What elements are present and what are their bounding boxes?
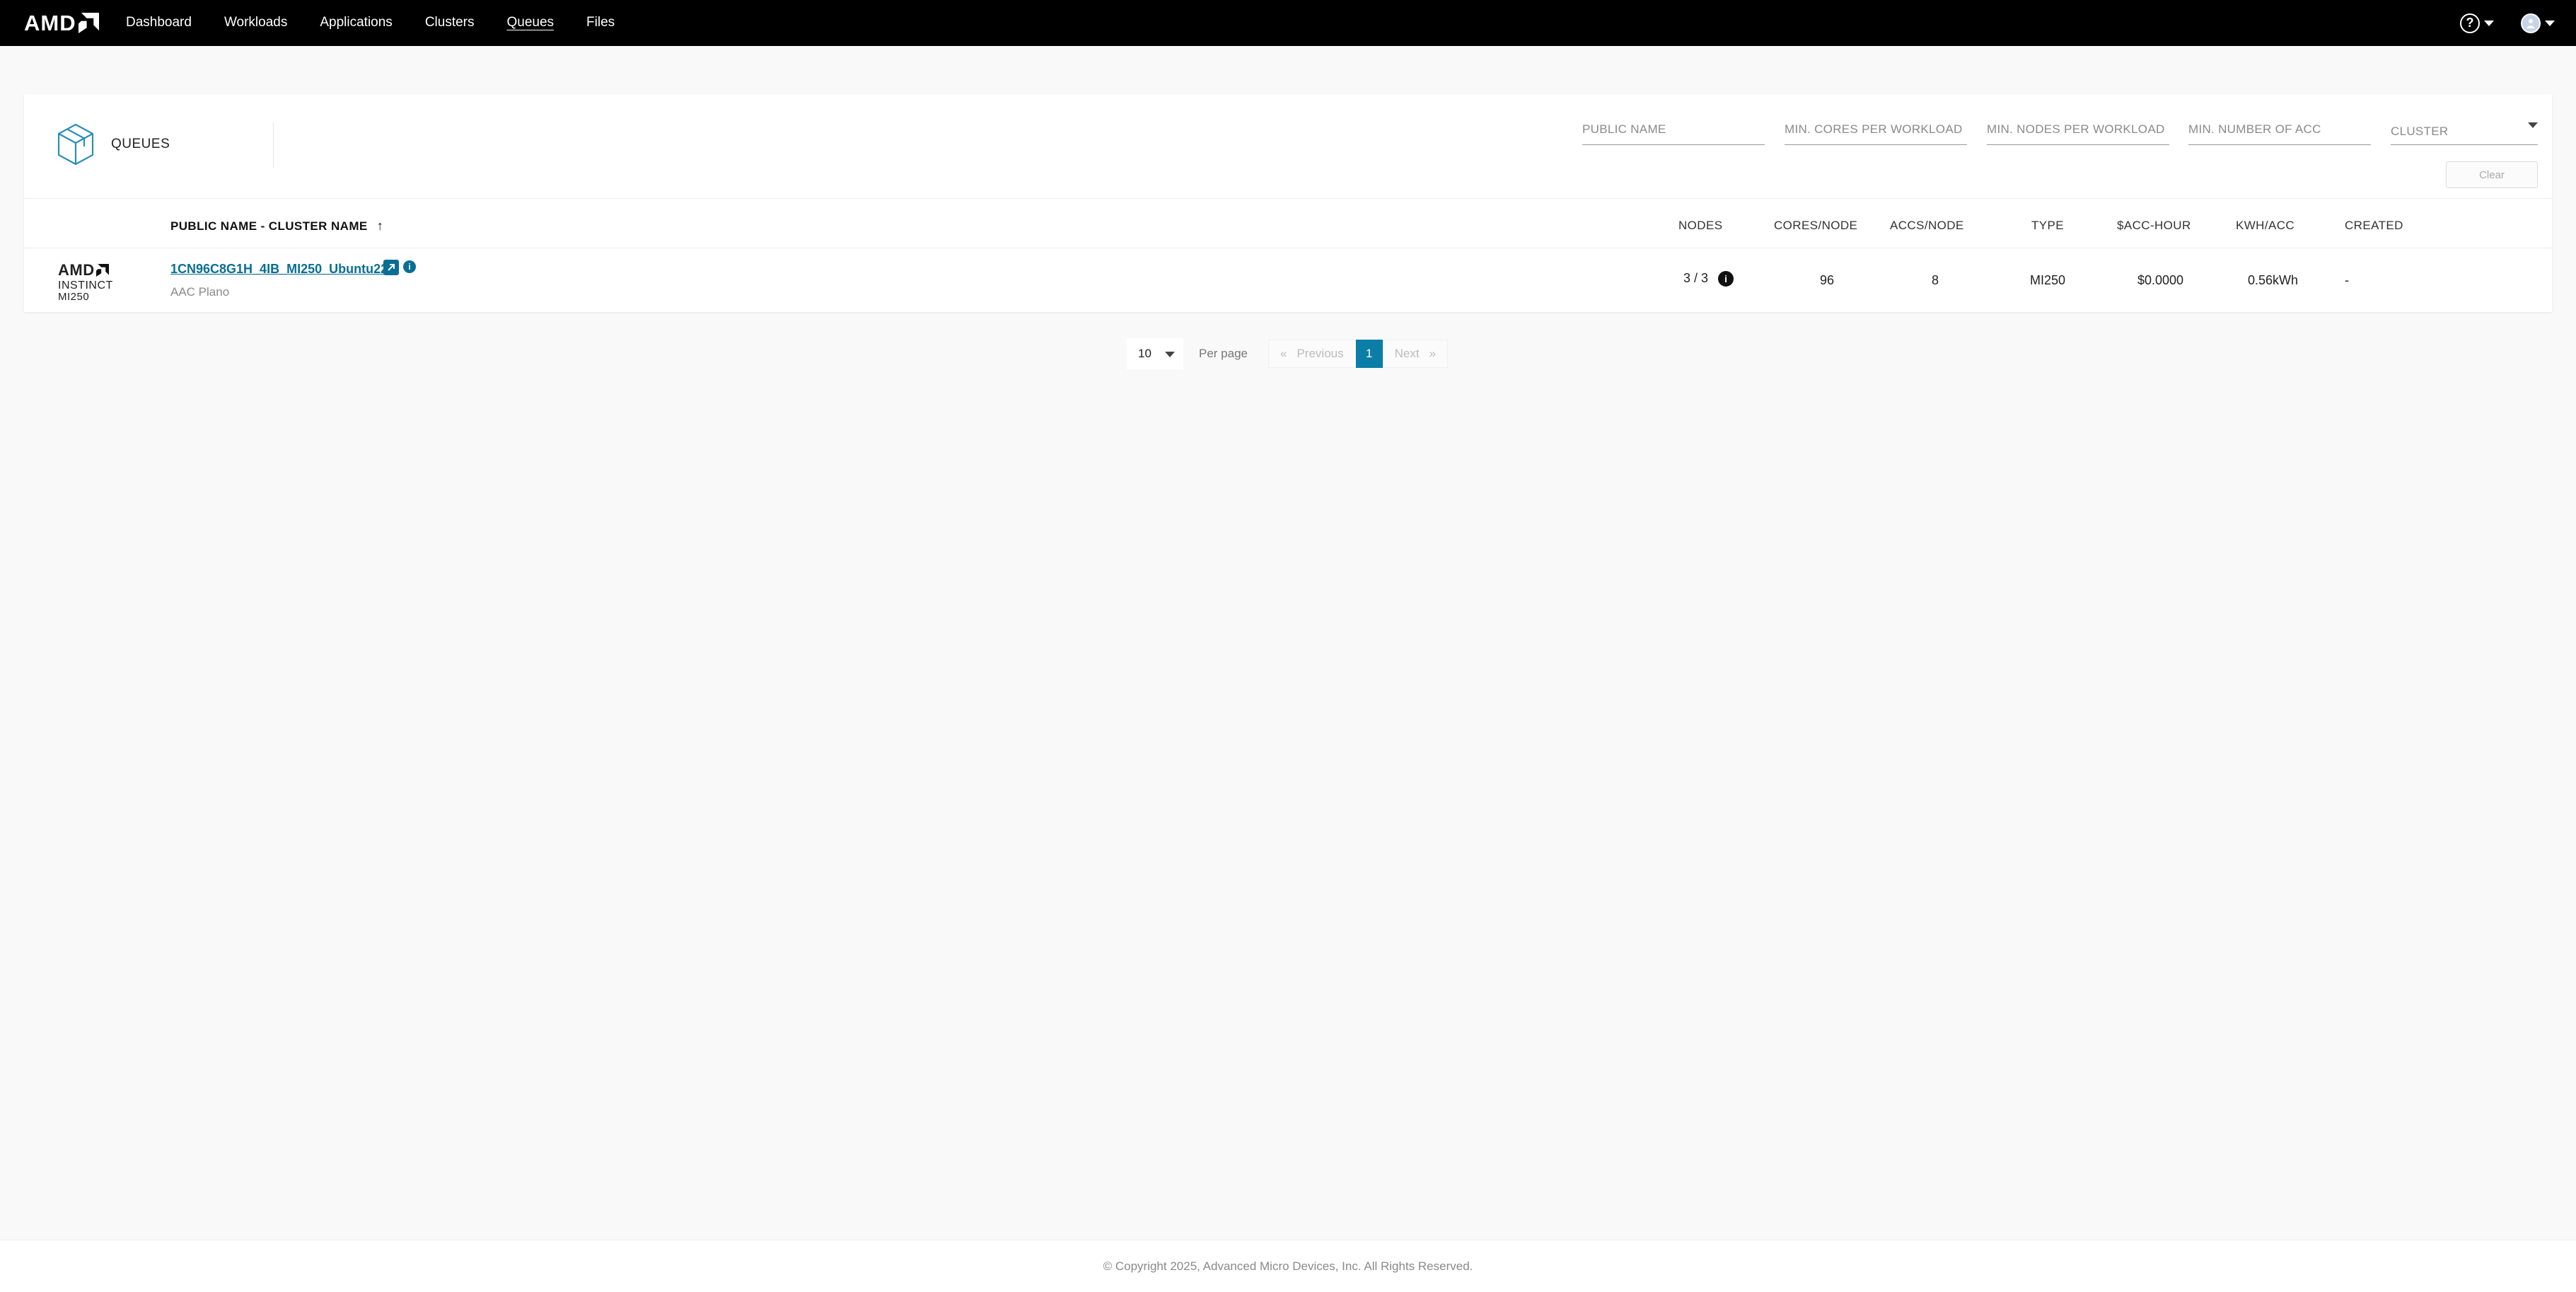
copyright-text: © Copyright 2025, Advanced Micro Devices… xyxy=(1103,1259,1473,1273)
top-navbar: AMD Dashboard Workloads Applications Clu… xyxy=(0,0,2576,46)
column-header-nodes[interactable]: NODES xyxy=(1678,219,1722,233)
user-menu[interactable] xyxy=(2494,13,2555,33)
card-header: QUEUES CLUSTER Clear xyxy=(24,94,2552,199)
previous-label: Previous xyxy=(1296,347,1344,360)
public-name-input[interactable] xyxy=(1582,114,1765,144)
amd-logo[interactable]: AMD xyxy=(24,10,99,35)
cluster-select-placeholder: CLUSTER xyxy=(2391,124,2449,138)
column-header-name[interactable]: PUBLIC NAME - CLUSTER NAME ↑ xyxy=(170,219,383,233)
user-icon xyxy=(2526,18,2535,28)
per-page-select[interactable]: 10 xyxy=(1127,338,1183,369)
min-nodes-filter xyxy=(1987,114,2169,145)
min-cores-filter xyxy=(1785,114,1967,145)
nav-files[interactable]: Files xyxy=(586,15,615,32)
min-acc-input[interactable] xyxy=(2188,114,2371,144)
page-1-button[interactable]: 1 xyxy=(1355,340,1383,368)
row-logo-line2: INSTINCT xyxy=(58,279,113,292)
queues-card: QUEUES CLUSTER Clear PUBLIC NAME - CLUST… xyxy=(24,94,2552,312)
double-chevron-right-icon: » xyxy=(1429,347,1437,360)
row-logo-line3: MI250 xyxy=(58,291,90,303)
external-link-icon[interactable] xyxy=(383,260,399,275)
nav-dashboard[interactable]: Dashboard xyxy=(126,15,192,32)
header-divider xyxy=(273,122,274,168)
column-header-kwh[interactable]: KWH/ACC xyxy=(2236,219,2294,233)
type-cell: MI250 xyxy=(2030,273,2066,287)
sort-asc-icon: ↑ xyxy=(376,219,384,233)
clear-button[interactable]: Clear xyxy=(2446,161,2538,188)
per-page-value: 10 xyxy=(1138,347,1151,360)
header-actions: ? xyxy=(2460,0,2555,46)
nav-applications[interactable]: Applications xyxy=(320,15,392,32)
page-title: QUEUES xyxy=(111,137,170,151)
main-nav: Dashboard Workloads Applications Cluster… xyxy=(126,0,647,46)
divider xyxy=(24,198,2552,199)
chevron-down-icon xyxy=(2545,20,2555,26)
nodes-value: 3 / 3 xyxy=(1683,271,1709,285)
nav-workloads[interactable]: Workloads xyxy=(224,15,287,32)
chevron-down-icon xyxy=(2484,20,2494,26)
avatar xyxy=(2521,13,2541,33)
acc-hour-cell: $0.0000 xyxy=(2137,273,2184,287)
cluster-select[interactable]: CLUSTER xyxy=(2391,114,2538,145)
amd-arrow-icon xyxy=(95,264,109,277)
row-logo-brand: AMD xyxy=(58,263,123,278)
created-cell: - xyxy=(2345,273,2349,287)
help-menu[interactable]: ? xyxy=(2460,13,2494,33)
column-header-type[interactable]: TYPE xyxy=(2031,219,2064,233)
chevron-down-icon xyxy=(1165,352,1175,357)
logo-text: AMD xyxy=(24,10,76,35)
kwh-cell: 0.56kWh xyxy=(2248,273,2299,287)
pagination: « Previous 1 Next » xyxy=(1268,338,1449,369)
amd-instinct-logo: AMD INSTINCT MI250 xyxy=(58,263,123,303)
accs-cell: 8 xyxy=(1932,273,1939,287)
per-page-label: Per page xyxy=(1199,347,1248,360)
cube-icon xyxy=(57,123,94,166)
next-label: Next xyxy=(1394,347,1420,360)
amd-arrow-icon xyxy=(78,13,99,33)
previous-page-button[interactable]: « Previous xyxy=(1268,340,1356,368)
public-name-filter xyxy=(1582,114,1765,145)
cluster-name: AAC Plano xyxy=(170,285,230,299)
column-header-cores[interactable]: CORES/NODE xyxy=(1774,219,1857,233)
info-icon[interactable]: i xyxy=(1718,271,1734,287)
column-header-name-label: PUBLIC NAME - CLUSTER NAME xyxy=(170,219,368,233)
nav-queues[interactable]: Queues xyxy=(507,15,555,32)
cores-cell: 96 xyxy=(1820,273,1835,287)
column-header-acc-hour[interactable]: $ACC-HOUR xyxy=(2117,219,2191,233)
min-acc-filter xyxy=(2188,114,2371,145)
min-nodes-input[interactable] xyxy=(1987,114,2169,144)
info-icon[interactable]: i xyxy=(403,260,416,273)
next-page-button[interactable]: Next » xyxy=(1382,340,1449,368)
help-circle-icon: ? xyxy=(2460,13,2480,33)
column-header-accs[interactable]: ACCS/NODE xyxy=(1890,219,1964,233)
column-header-created[interactable]: CREATED xyxy=(2345,219,2403,233)
chevron-down-icon xyxy=(2528,122,2538,128)
min-cores-input[interactable] xyxy=(1785,114,1967,144)
double-chevron-left-icon: « xyxy=(1280,347,1287,360)
queue-name-link[interactable]: 1CN96C8G1H_4IB_MI250_Ubuntu22 xyxy=(170,262,388,277)
nav-clusters[interactable]: Clusters xyxy=(425,15,475,32)
nodes-cell: 3 / 3 i xyxy=(1683,271,1734,287)
footer: © Copyright 2025, Advanced Micro Devices… xyxy=(0,1240,2576,1292)
